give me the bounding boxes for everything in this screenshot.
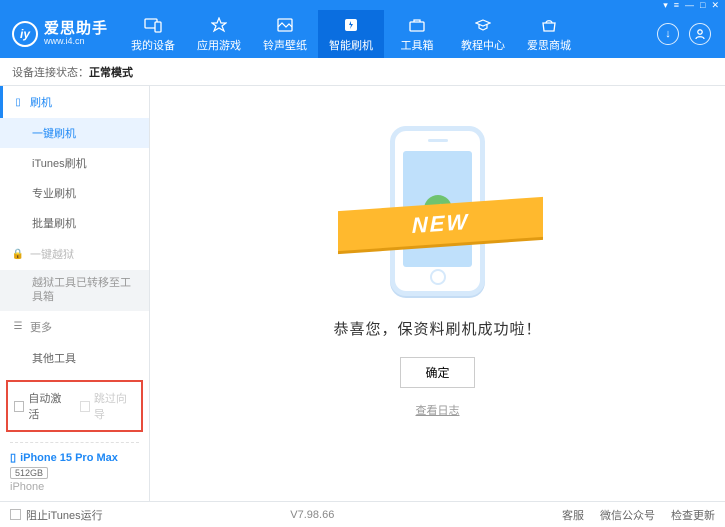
- success-message: 恭喜您，保资料刷机成功啦！: [333, 318, 541, 339]
- user-button[interactable]: [689, 23, 711, 45]
- sidebar-item-oneclick[interactable]: 一键刷机: [0, 118, 149, 148]
- nav-tutorials[interactable]: 教程中心: [450, 10, 516, 58]
- app-header: ▾ ≡ — □ ✕ iy 爱思助手 www.i4.cn 我的设备 应用游戏 铃声…: [0, 0, 725, 58]
- version-label: V7.98.66: [290, 509, 334, 521]
- tutorial-icon: [473, 16, 493, 34]
- main-nav: 我的设备 应用游戏 铃声壁纸 智能刷机 工具箱 教程中心: [120, 10, 582, 58]
- new-ribbon: NEW: [338, 197, 543, 251]
- options-highlight-box: 自动激活 跳过向导: [6, 380, 143, 432]
- block-itunes-checkbox[interactable]: 阻止iTunes运行: [10, 507, 103, 523]
- nav-store[interactable]: 爱思商城: [516, 10, 582, 58]
- device-type: iPhone: [10, 481, 139, 493]
- section-more[interactable]: ☰ 更多: [0, 311, 149, 343]
- more-icon: ☰: [12, 321, 24, 333]
- footer-link-update[interactable]: 检查更新: [671, 507, 715, 523]
- footer-link-wechat[interactable]: 微信公众号: [600, 507, 655, 523]
- storage-badge: 512GB: [10, 467, 48, 479]
- sidebar-item-firmware[interactable]: 下载固件: [0, 373, 149, 374]
- apps-icon: [209, 16, 229, 34]
- footer: 阻止iTunes运行 V7.98.66 客服 微信公众号 检查更新: [0, 501, 725, 527]
- jailbreak-moved-note: 越狱工具已转移至工具箱: [0, 270, 149, 311]
- window-controls: ▾ ≡ — □ ✕: [0, 0, 725, 10]
- device-phone-icon: ▯: [10, 451, 16, 464]
- lock-icon: 🔒: [12, 248, 24, 260]
- sidebar-item-othertools[interactable]: 其他工具: [0, 343, 149, 373]
- app-url: www.i4.cn: [44, 37, 108, 47]
- close-icon[interactable]: ✕: [711, 0, 719, 11]
- logo: iy 爱思助手 www.i4.cn: [0, 21, 120, 47]
- device-name-label: iPhone 15 Pro Max: [20, 452, 118, 464]
- section-jailbreak[interactable]: 🔒 一键越狱: [0, 238, 149, 270]
- section-flash[interactable]: ▯ 刷机: [0, 86, 149, 118]
- auto-activate-checkbox[interactable]: 自动激活: [14, 390, 70, 422]
- success-illustration: ✓ NEW: [328, 116, 548, 306]
- sidebar: ▯ 刷机 一键刷机 iTunes刷机 专业刷机 批量刷机 🔒 一键越狱 越狱工具…: [0, 86, 150, 501]
- app-title: 爱思助手: [44, 21, 108, 38]
- sidebar-item-batch[interactable]: 批量刷机: [0, 208, 149, 238]
- status-bar: 设备连接状态： 正常模式: [0, 58, 725, 86]
- status-mode: 正常模式: [89, 64, 133, 80]
- phone-icon: ▯: [12, 96, 24, 108]
- main-content: ✓ NEW 恭喜您，保资料刷机成功啦！ 确定 查看日志: [150, 86, 725, 501]
- sidebar-item-pro[interactable]: 专业刷机: [0, 178, 149, 208]
- toolbox-icon: [407, 16, 427, 34]
- logo-icon: iy: [12, 21, 38, 47]
- nav-apps[interactable]: 应用游戏: [186, 10, 252, 58]
- ok-button[interactable]: 确定: [400, 357, 474, 388]
- flash-icon: [341, 16, 361, 34]
- minimize-icon[interactable]: —: [685, 0, 694, 10]
- footer-link-support[interactable]: 客服: [562, 507, 584, 523]
- nav-ringtones[interactable]: 铃声壁纸: [252, 10, 318, 58]
- device-icon: [143, 16, 163, 34]
- store-icon: [539, 16, 559, 34]
- sidebar-item-itunes[interactable]: iTunes刷机: [0, 148, 149, 178]
- maximize-icon[interactable]: □: [700, 0, 705, 10]
- nav-flash[interactable]: 智能刷机: [318, 10, 384, 58]
- download-button[interactable]: ↓: [657, 23, 679, 45]
- skip-guide-checkbox[interactable]: 跳过向导: [80, 390, 136, 422]
- wallpaper-icon: [275, 16, 295, 34]
- nav-toolbox[interactable]: 工具箱: [384, 10, 450, 58]
- device-info[interactable]: ▯ iPhone 15 Pro Max 512GB iPhone: [0, 445, 149, 501]
- nav-my-device[interactable]: 我的设备: [120, 10, 186, 58]
- view-log-link[interactable]: 查看日志: [416, 402, 460, 418]
- giftbox-icon[interactable]: ▾: [663, 0, 668, 11]
- menu-icon[interactable]: ≡: [674, 0, 679, 10]
- status-label: 设备连接状态：: [12, 64, 89, 80]
